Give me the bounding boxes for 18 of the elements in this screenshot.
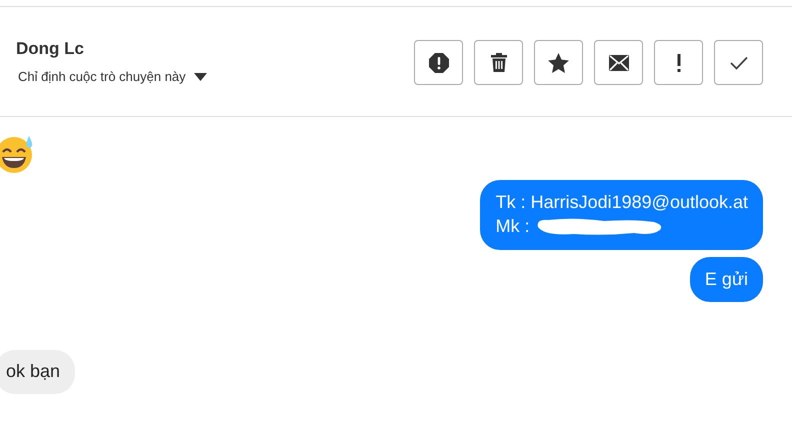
trash-icon (490, 53, 506, 72)
exclamation-icon (676, 54, 680, 72)
checkmark-icon (730, 56, 748, 70)
message-text: Tk : HarrisJodi1989@outlook.at (496, 191, 748, 214)
star-button[interactable] (534, 40, 583, 85)
mark-unread-button[interactable] (594, 40, 643, 85)
envelope-icon (608, 54, 628, 70)
star-icon (548, 52, 569, 72)
delete-button[interactable] (474, 40, 523, 85)
caret-icon (194, 72, 207, 80)
message-text: ok bạn (6, 360, 60, 383)
important-button[interactable] (654, 40, 703, 85)
alert-icon (428, 52, 448, 72)
message-text: Mk : (496, 215, 530, 238)
report-button[interactable] (414, 40, 463, 85)
contact-name: Dong Lc (16, 39, 85, 59)
message-text: E gửi (704, 268, 748, 291)
assign-dropdown[interactable]: Chỉ định cuộc trò chuyện này (18, 69, 207, 84)
